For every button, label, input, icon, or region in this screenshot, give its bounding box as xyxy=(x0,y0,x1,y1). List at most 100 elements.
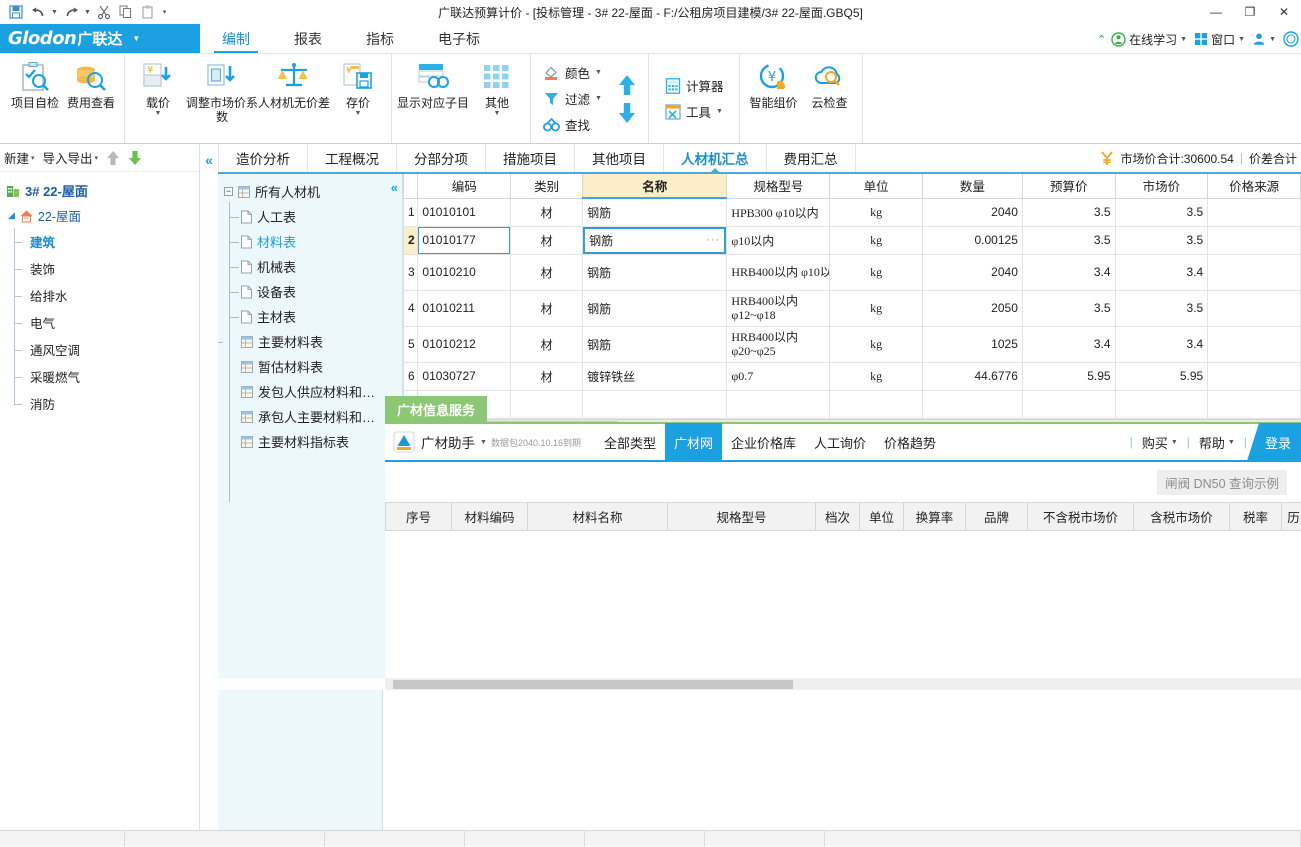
maximize-button[interactable]: ❐ xyxy=(1233,0,1267,24)
tab-gongcheng-gaikuang[interactable]: 工程概况 xyxy=(308,144,397,172)
move-down-green-button[interactable] xyxy=(126,148,144,168)
menu-tab-bianzhi[interactable]: 编制 xyxy=(200,24,272,53)
gth-brand[interactable]: 品牌 xyxy=(966,503,1028,531)
cell-unit[interactable]: kg xyxy=(830,254,923,290)
cell-price-source[interactable] xyxy=(1208,254,1301,290)
gth-incl-tax-price[interactable]: 含税市场价 xyxy=(1134,503,1230,531)
ribbon-button-tools[interactable]: 工具 ▼ xyxy=(659,99,730,125)
guangcai-nav-enterprise-price[interactable]: 企业价格库 xyxy=(722,423,805,461)
gth-spec[interactable]: 规格型号 xyxy=(668,503,816,531)
cell-name[interactable]: 钢筋 xyxy=(583,290,727,326)
active-cell-editor[interactable]: 钢筋 ··· xyxy=(583,227,726,254)
menu-tab-dianzibiao[interactable]: 电子标 xyxy=(416,24,502,53)
cell-market-price[interactable]: 3.4 xyxy=(1115,254,1208,290)
cell-unit[interactable]: kg xyxy=(830,362,923,390)
brand-logo-area[interactable]: Glodon 广联达 ▼ xyxy=(0,24,200,53)
cell-quantity[interactable]: 0.00125 xyxy=(922,226,1022,254)
gth-material-code[interactable]: 材料编码 xyxy=(452,503,528,531)
tree-item-jixiebiao[interactable]: 机械表 xyxy=(218,254,402,279)
cell-spec[interactable]: φ0.7 xyxy=(727,362,830,390)
table-row[interactable]: 4 01010211 材 钢筋 HRB400以内 φ12~φ18 kg 2050… xyxy=(404,290,1301,326)
ribbon-button-smart-price[interactable]: ¥ 智能组价 xyxy=(745,54,801,143)
cell-category[interactable]: 材 xyxy=(511,290,583,326)
cell-budget-price[interactable]: 3.5 xyxy=(1022,226,1115,254)
expand-triangle-icon[interactable]: ◢ xyxy=(8,210,15,221)
guangcai-nav-all-types[interactable]: 全部类型 xyxy=(595,423,665,461)
table-row[interactable]: 2 01010177 材 钢筋 ··· φ10以内 xyxy=(404,226,1301,254)
cell-code[interactable]: 01010177 xyxy=(418,226,511,254)
guangcai-login-button[interactable]: 登录 xyxy=(1247,423,1301,461)
table-row[interactable]: 5 01010212 材 钢筋 HRB400以内 φ20~φ25 kg 1025… xyxy=(404,326,1301,362)
project-root-node[interactable]: 3# 22-屋面 xyxy=(0,178,199,203)
cell-spec[interactable]: HRB400以内 φ20~φ25 xyxy=(727,326,830,362)
tree-group-fabaoren-gongying[interactable]: 发包人供应材料和… xyxy=(218,379,402,404)
cell-unit[interactable]: kg xyxy=(830,290,923,326)
undo-dropdown-caret[interactable]: ▼ xyxy=(50,9,59,16)
ribbon-button-other[interactable]: 其他 ▼ xyxy=(469,54,525,143)
menu-tab-baobiao[interactable]: 报表 xyxy=(272,24,344,53)
online-learning-caret-icon[interactable]: ▼ xyxy=(1180,36,1187,43)
cell-budget-price[interactable]: 3.5 xyxy=(1022,290,1115,326)
ribbon-button-find[interactable]: 查找 xyxy=(537,112,608,138)
cell-market-price[interactable]: 3.5 xyxy=(1115,290,1208,326)
user-menu-button[interactable]: ▼ xyxy=(1250,27,1278,51)
cell-quantity[interactable]: 2040 xyxy=(922,254,1022,290)
gth-grade[interactable]: 档次 xyxy=(816,503,860,531)
cell-code[interactable]: 01010211 xyxy=(418,290,511,326)
cell-category[interactable]: 材 xyxy=(511,362,583,390)
tab-fenbu-fenxiang[interactable]: 分部分项 xyxy=(397,144,486,172)
th-unit[interactable]: 单位 xyxy=(830,174,923,198)
guangcai-help-button[interactable]: 帮助 ▼ xyxy=(1190,433,1244,452)
save-icon[interactable] xyxy=(6,2,26,22)
import-export-button[interactable]: 导入导出 ▾ xyxy=(41,146,101,169)
window-menu-button[interactable]: 窗口 ▼ xyxy=(1192,27,1247,51)
tab-rencaiji-huizong[interactable]: 人材机汇总 xyxy=(664,144,767,172)
gth-tax-rate[interactable]: 税率 xyxy=(1230,503,1282,531)
tree-root-all-rencaiji[interactable]: − 所有人材机 xyxy=(218,179,402,204)
cell-unit[interactable]: kg xyxy=(830,326,923,362)
cell-budget-price[interactable]: 3.4 xyxy=(1022,254,1115,290)
th-price-source[interactable]: 价格来源 xyxy=(1208,174,1301,198)
cell-name[interactable]: 钢筋 xyxy=(583,198,727,226)
tree-item-rengongbiao[interactable]: 人工表 xyxy=(218,204,402,229)
ribbon-button-cost-view[interactable]: 费用查看 xyxy=(63,54,119,143)
guangcai-assistant-caret-icon[interactable]: ▼ xyxy=(480,439,487,446)
ribbon-button-project-self-check[interactable]: 项目自检 xyxy=(7,54,63,143)
cell-market-price[interactable]: 3.4 xyxy=(1115,326,1208,362)
cell-price-source[interactable] xyxy=(1208,362,1301,390)
cell-spec[interactable]: HRB400以内 φ12~φ18 xyxy=(727,290,830,326)
table-row[interactable]: 1 01010101 材 钢筋 HPB300 φ10以内 kg 2040 3.5… xyxy=(404,198,1301,226)
th-code[interactable]: 编码 xyxy=(418,174,511,198)
cell-quantity[interactable]: 2050 xyxy=(922,290,1022,326)
ribbon-button-adjust-market-price[interactable]: 调整市场价系数 xyxy=(186,54,258,143)
cell-budget-price[interactable]: 3.4 xyxy=(1022,326,1115,362)
ribbon-button-save-price[interactable]: ¥ 存价 ▼ xyxy=(330,54,386,143)
cell-category[interactable]: 材 xyxy=(511,198,583,226)
sidebar-item-cainuanranqi[interactable]: 采暖燃气 xyxy=(0,363,199,390)
cell-code[interactable]: 01010212 xyxy=(418,326,511,362)
table-row[interactable]: 6 01030727 材 镀锌铁丝 φ0.7 kg 44.6776 5.95 5… xyxy=(404,362,1301,390)
cell-category[interactable]: 材 xyxy=(511,326,583,362)
sidebar-item-xiaofang[interactable]: 消防 xyxy=(0,390,199,417)
gth-conversion[interactable]: 换算率 xyxy=(904,503,966,531)
cell-unit[interactable]: kg xyxy=(830,198,923,226)
import-export-caret-icon[interactable]: ▾ xyxy=(95,154,99,162)
help-button[interactable] xyxy=(1281,27,1299,51)
move-up-gray-button[interactable] xyxy=(104,148,122,168)
move-down-arrow[interactable] xyxy=(618,102,636,124)
brand-caret-icon[interactable]: ▼ xyxy=(132,34,140,43)
cell-price-source[interactable] xyxy=(1208,226,1301,254)
online-learning-button[interactable]: 在线学习 ▼ xyxy=(1109,27,1189,51)
cell-spec[interactable]: HRB400以内 φ10以内 xyxy=(727,254,830,290)
cell-name[interactable]: 钢筋 xyxy=(583,254,727,290)
guangcai-buy-button[interactable]: 购买 ▼ xyxy=(1133,433,1187,452)
cell-name-selected[interactable]: 钢筋 ··· xyxy=(583,226,727,254)
cell-name[interactable]: 镀锌铁丝 xyxy=(583,362,727,390)
sidebar-item-tongfengkongtiao[interactable]: 通风空调 xyxy=(0,336,199,363)
tab-qita-xiangmu[interactable]: 其他项目 xyxy=(575,144,664,172)
tree-item-shebeibiao[interactable]: 设备表 xyxy=(218,279,402,304)
window-menu-caret-icon[interactable]: ▼ xyxy=(1238,36,1245,43)
tree-collapse-toggle[interactable]: − xyxy=(224,187,233,196)
gth-excl-tax-price[interactable]: 不含税市场价 xyxy=(1028,503,1134,531)
cell-category[interactable]: 材 xyxy=(511,226,583,254)
